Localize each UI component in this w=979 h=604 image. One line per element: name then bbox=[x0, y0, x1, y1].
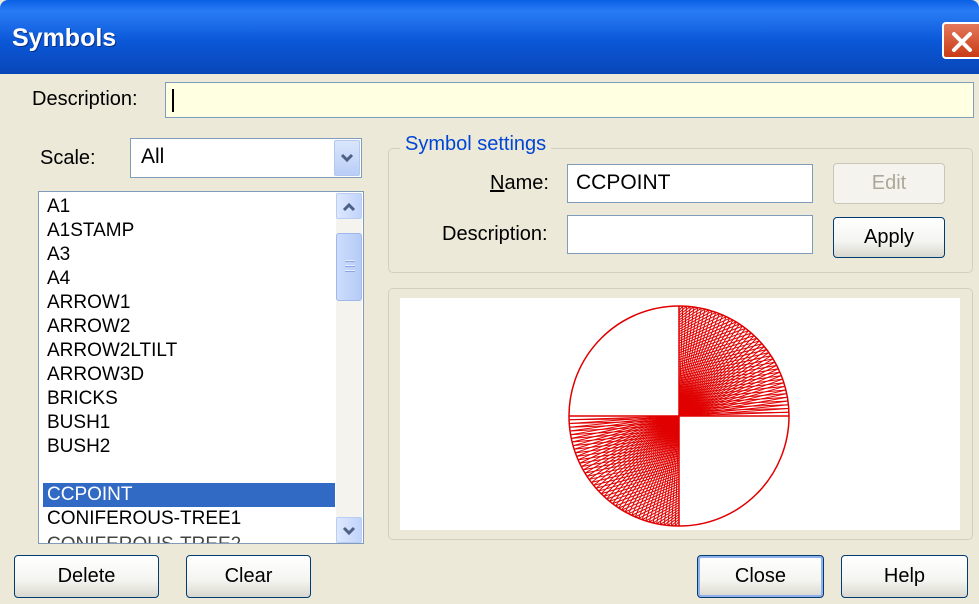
list-item[interactable]: BUSH2 bbox=[43, 435, 335, 459]
chevron-down-icon bbox=[340, 153, 354, 163]
list-item[interactable]: A3 bbox=[43, 243, 335, 267]
list-item[interactable]: CONIFEROUS-TREE1 bbox=[43, 507, 335, 531]
list-item-partial[interactable]: CONIFEROUS-TREE2 bbox=[43, 533, 335, 543]
list-item-selected[interactable]: CCPOINT bbox=[43, 483, 335, 507]
chevron-up-icon bbox=[342, 202, 356, 212]
list-scrollbar[interactable] bbox=[336, 193, 362, 543]
symbol-settings-legend: Symbol settings bbox=[400, 133, 552, 156]
name-value: CCPOINT bbox=[576, 171, 671, 194]
list-item[interactable]: A4 bbox=[43, 267, 335, 291]
close-window-button[interactable] bbox=[942, 22, 979, 59]
grip-line bbox=[345, 270, 355, 272]
list-item[interactable]: BUSH1 bbox=[43, 411, 335, 435]
close-icon bbox=[952, 32, 972, 52]
title-bar[interactable]: Symbols bbox=[0, 0, 979, 74]
description-label: Description: bbox=[32, 88, 138, 110]
scale-selected-value: All bbox=[141, 145, 165, 168]
settings-description-input[interactable] bbox=[567, 215, 813, 254]
settings-description-label: Description: bbox=[442, 223, 548, 245]
symbol-preview bbox=[400, 298, 960, 530]
list-item[interactable]: ARROW3D bbox=[43, 363, 335, 387]
delete-button[interactable]: Delete bbox=[14, 555, 159, 598]
list-item[interactable]: A1STAMP bbox=[43, 219, 335, 243]
list-item[interactable]: ARROW2 bbox=[43, 315, 335, 339]
name-label: Name: bbox=[490, 172, 549, 194]
list-item[interactable]: ARROW2LTILT bbox=[43, 339, 335, 363]
edit-button[interactable]: Edit bbox=[833, 163, 945, 204]
list-item[interactable]: BRICKS bbox=[43, 387, 335, 411]
scroll-thumb[interactable] bbox=[336, 233, 362, 301]
ccpoint-symbol bbox=[568, 305, 790, 527]
scale-label: Scale: bbox=[40, 147, 96, 169]
apply-button[interactable]: Apply bbox=[833, 217, 945, 258]
scale-dropdown[interactable]: All bbox=[130, 138, 362, 178]
clear-button[interactable]: Clear bbox=[186, 555, 311, 598]
symbols-dialog: Symbols Description: Scale: All A1 A1STA… bbox=[0, 0, 979, 604]
chevron-down-icon bbox=[342, 526, 356, 536]
text-caret bbox=[172, 89, 174, 112]
description-input[interactable] bbox=[165, 82, 974, 118]
scroll-down-button[interactable] bbox=[336, 517, 362, 543]
list-item[interactable]: A1 bbox=[43, 195, 335, 219]
help-button[interactable]: Help bbox=[841, 555, 968, 598]
list-item[interactable]: ARROW1 bbox=[43, 291, 335, 315]
symbol-list[interactable]: A1 A1STAMP A3 A4 ARROW1 ARROW2 ARROW2LTI… bbox=[38, 191, 364, 544]
name-input[interactable]: CCPOINT bbox=[567, 164, 813, 203]
close-button[interactable]: Close bbox=[697, 555, 824, 598]
grip-line bbox=[345, 265, 355, 267]
scroll-up-button[interactable] bbox=[336, 193, 362, 219]
window-title: Symbols bbox=[12, 24, 117, 52]
grip-line bbox=[345, 260, 355, 262]
dropdown-button[interactable] bbox=[334, 140, 360, 176]
